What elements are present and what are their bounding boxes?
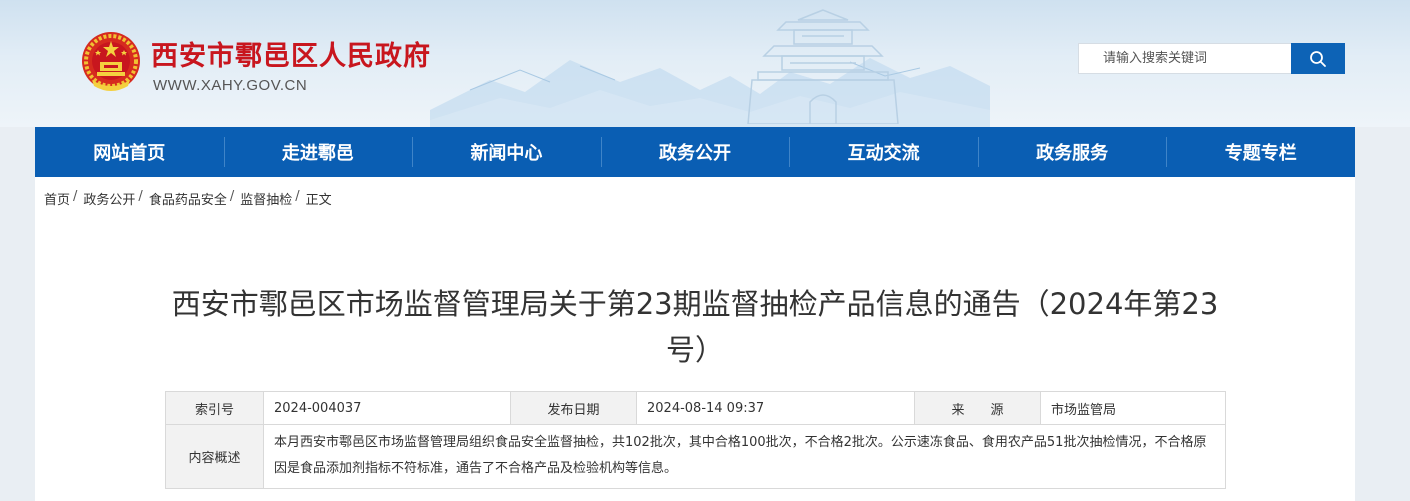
- index-number-label: 索引号: [165, 391, 264, 425]
- breadcrumb-government-affairs[interactable]: 政务公开: [83, 189, 135, 208]
- breadcrumb-current: 正文: [305, 193, 332, 208]
- source-label: 来 源: [914, 391, 1041, 425]
- nav-item-news-center[interactable]: 新闻中心: [412, 127, 601, 177]
- breadcrumb-supervision-inspection[interactable]: 监督抽检: [240, 189, 292, 208]
- index-number-value: 2024-004037: [263, 391, 511, 425]
- meta-row: 索引号 2024-004037 发布日期 2024-08-14 09:37 来 …: [165, 391, 1226, 425]
- publish-date-label: 发布日期: [510, 391, 637, 425]
- source-value: 市场监管局: [1040, 391, 1226, 425]
- national-emblem-icon: [82, 32, 140, 91]
- nav-item-interaction[interactable]: 互动交流: [789, 127, 978, 177]
- search-input[interactable]: [1079, 44, 1292, 73]
- summary-value: 本月西安市鄠邑区市场监督管理局组织食品安全监督抽检，共102批次，其中合格100…: [263, 424, 1226, 489]
- breadcrumb-separator: /: [138, 189, 143, 204]
- search-button[interactable]: [1291, 43, 1345, 74]
- nav-item-home[interactable]: 网站首页: [35, 127, 224, 177]
- search-icon: [1310, 50, 1326, 67]
- site-header: 西安市鄠邑区人民政府 WWW.XAHY.GOV.CN: [0, 0, 1410, 127]
- city-gate-icon: [747, 9, 899, 124]
- article-meta-table: 索引号 2024-004037 发布日期 2024-08-14 09:37 来 …: [165, 391, 1226, 489]
- summary-label: 内容概述: [165, 424, 264, 489]
- nav-item-special-topics[interactable]: 专题专栏: [1166, 127, 1355, 177]
- site-url: WWW.XAHY.GOV.CN: [153, 77, 308, 94]
- main-nav: 网站首页 走进鄠邑 新闻中心 政务公开 互动交流 政务服务 专题专栏: [35, 127, 1355, 177]
- breadcrumb-separator: /: [295, 189, 300, 204]
- breadcrumb-food-drug-safety[interactable]: 食品药品安全: [149, 189, 227, 208]
- article-title: 西安市鄠邑区市场监督管理局关于第23期监督抽检产品信息的通告（2024年第23号…: [171, 287, 1219, 367]
- nav-item-about-huyi[interactable]: 走进鄠邑: [223, 127, 413, 177]
- breadcrumb-home[interactable]: 首页: [44, 189, 70, 208]
- nav-item-government-affairs[interactable]: 政务公开: [600, 127, 790, 177]
- site-title[interactable]: 西安市鄠邑区人民政府: [151, 34, 431, 73]
- content-panel: 首页 / 政务公开 / 食品药品安全 / 监督抽检 / 正文 西安市鄠邑区市场监…: [35, 177, 1355, 501]
- breadcrumb: 首页 / 政务公开 / 食品药品安全 / 监督抽检 / 正文: [44, 189, 332, 208]
- breadcrumb-separator: /: [229, 189, 235, 204]
- meta-row: 内容概述 本月西安市鄠邑区市场监督管理局组织食品安全监督抽检，共102批次，其中…: [165, 424, 1226, 489]
- breadcrumb-separator: /: [73, 189, 78, 204]
- publish-date-value: 2024-08-14 09:37: [636, 391, 915, 425]
- search-box: [1078, 43, 1292, 74]
- nav-item-government-services[interactable]: 政务服务: [977, 127, 1167, 177]
